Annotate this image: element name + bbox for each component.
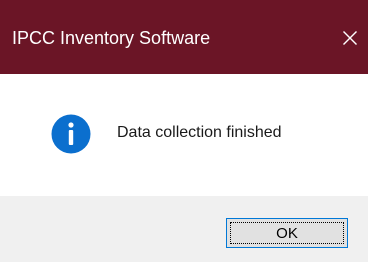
close-button[interactable] <box>332 20 368 56</box>
ok-button-label: OK <box>276 224 298 242</box>
dialog-body: Data collection finished <box>0 74 368 196</box>
title-bar: IPCC Inventory Software <box>0 0 368 74</box>
ok-button[interactable]: OK <box>226 218 348 248</box>
message-dialog: IPCC Inventory Software Data collection … <box>0 0 368 262</box>
button-bar: OK <box>0 196 368 262</box>
window-title: IPCC Inventory Software <box>12 28 211 48</box>
message-text: Data collection finished <box>117 124 282 141</box>
info-icon <box>51 114 91 154</box>
close-icon <box>343 31 357 45</box>
